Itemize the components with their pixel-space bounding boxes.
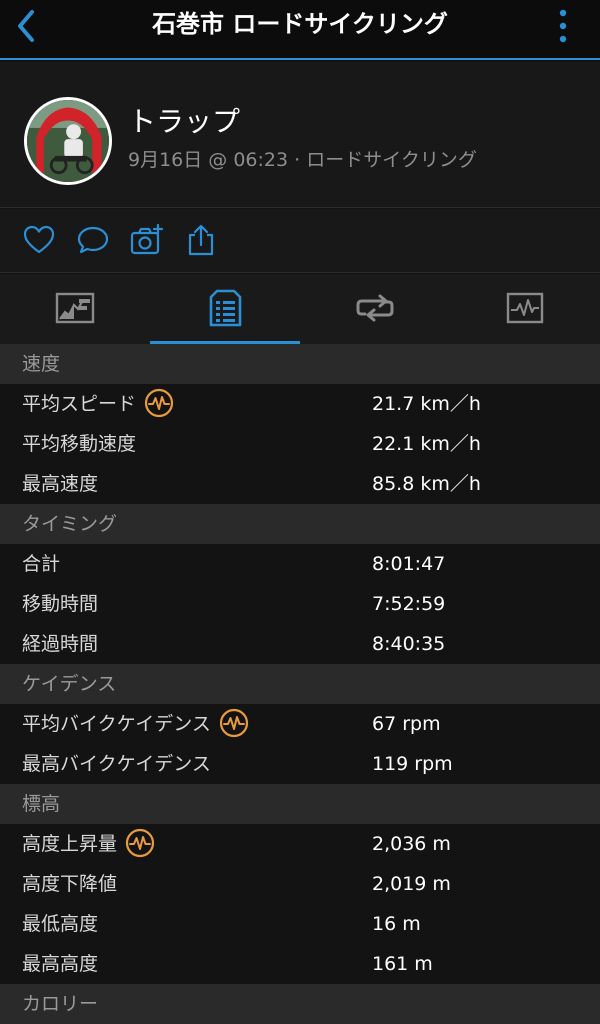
stat-label-text: 経過時間 (22, 633, 99, 655)
stats-list-icon (209, 289, 242, 327)
stat-value: 7:52:59 (372, 593, 446, 615)
stat-row: 平均バイクケイデンス 67 rpm (0, 704, 600, 744)
nav-bar: 石巻市 ロードサイクリング (0, 0, 600, 60)
action-bar (0, 209, 600, 273)
stat-label: 平均バイクケイデンス (22, 704, 249, 744)
section-header: カロリー (0, 984, 600, 1024)
section-header: タイミング (0, 504, 600, 544)
stat-row: 最低高度 16 m (0, 904, 600, 944)
back-chevron-icon[interactable] (10, 6, 44, 46)
stat-row: 最高速度 85.8 km／h (0, 464, 600, 504)
stat-value: 2,036 m (372, 833, 451, 855)
stat-label: 高度上昇量 (22, 824, 155, 864)
heart-icon[interactable] (22, 223, 56, 257)
map-chart-icon (55, 292, 95, 324)
stat-label-text: 最高速度 (22, 473, 99, 495)
stat-value: 2,019 m (372, 873, 451, 895)
stat-value: 161 m (372, 953, 433, 975)
stats-list: 速度平均スピード 21.7 km／h 平均移動速度 22.1 km／h 最高速度 85.8… (0, 344, 600, 1024)
activity-subtitle: 9月16日 @ 06:23 · ロードサイクリング (128, 149, 477, 171)
stat-value: 22.1 km／h (372, 433, 481, 455)
stat-value: 8:40:35 (372, 633, 446, 655)
stat-label-text: 平均スピード (22, 393, 137, 415)
more-options-icon[interactable] (556, 8, 570, 44)
comment-icon[interactable] (76, 223, 110, 257)
stat-label: 移動時間 (22, 584, 98, 624)
section-header: 標高 (0, 784, 600, 824)
avatar[interactable] (24, 97, 112, 185)
laps-loop-icon (356, 294, 394, 322)
stats-list-tab[interactable] (150, 274, 300, 344)
stat-value: 21.7 km／h (372, 393, 481, 415)
map-chart-tab[interactable] (0, 274, 150, 344)
stat-row: 平均スピード 21.7 km／h (0, 384, 600, 424)
activity-header: トラップ 9月16日 @ 06:23 · ロードサイクリング (0, 62, 600, 208)
stat-label-text: 最高バイクケイデンス (22, 753, 211, 775)
stat-value: 67 rpm (372, 713, 441, 735)
stat-label-text: 合計 (22, 553, 61, 575)
stat-label: 経過時間 (22, 624, 98, 664)
stat-label-text: 高度上昇量 (22, 833, 118, 855)
stat-row: 高度下降値 2,019 m (0, 864, 600, 904)
stat-label-text: 平均バイクケイデンス (22, 713, 211, 735)
stat-label-text: 移動時間 (22, 593, 99, 615)
connect-iq-badge-icon[interactable] (125, 828, 155, 858)
stat-value: 119 rpm (372, 753, 453, 775)
stat-label: 合計 (22, 544, 60, 584)
page-title: 石巻市 ロードサイクリング (152, 10, 448, 38)
stat-label: 高度下降値 (22, 864, 117, 904)
section-header: 速度 (0, 344, 600, 384)
stat-row: 最高バイクケイデンス 119 rpm (0, 744, 600, 784)
stat-row: 平均移動速度 22.1 km／h (0, 424, 600, 464)
graphs-tab[interactable] (450, 274, 600, 344)
stat-label-text: 最高高度 (22, 953, 99, 975)
stat-label-text: 平均移動速度 (22, 433, 137, 455)
stat-value: 16 m (372, 913, 421, 935)
stat-value: 8:01:47 (372, 553, 446, 575)
avatar-photo (27, 100, 109, 182)
stat-label: 最高高度 (22, 944, 98, 984)
stat-row: 最高高度 161 m (0, 944, 600, 984)
add-photo-icon[interactable] (130, 223, 164, 257)
graph-icon (506, 292, 544, 324)
section-header: ケイデンス (0, 664, 600, 704)
stat-label: 最高バイクケイデンス (22, 744, 211, 784)
stat-row: 移動時間 7:52:59 (0, 584, 600, 624)
activity-name[interactable]: トラップ (128, 104, 240, 140)
stat-row: 高度上昇量 2,036 m (0, 824, 600, 864)
stat-row: 合計 8:01:47 (0, 544, 600, 584)
view-tabs (0, 274, 600, 344)
stat-label: 平均スピード (22, 384, 174, 424)
stat-label: 平均移動速度 (22, 424, 136, 464)
connect-iq-badge-icon[interactable] (219, 708, 249, 738)
connect-iq-badge-icon[interactable] (144, 388, 174, 418)
laps-tab[interactable] (300, 274, 450, 344)
stat-value: 85.8 km／h (372, 473, 481, 495)
stat-label: 最高速度 (22, 464, 98, 504)
share-icon[interactable] (184, 223, 218, 257)
stat-label-text: 最低高度 (22, 913, 99, 935)
stat-row: 経過時間 8:40:35 (0, 624, 600, 664)
stat-label: 最低高度 (22, 904, 98, 944)
stat-label-text: 高度下降値 (22, 873, 118, 895)
